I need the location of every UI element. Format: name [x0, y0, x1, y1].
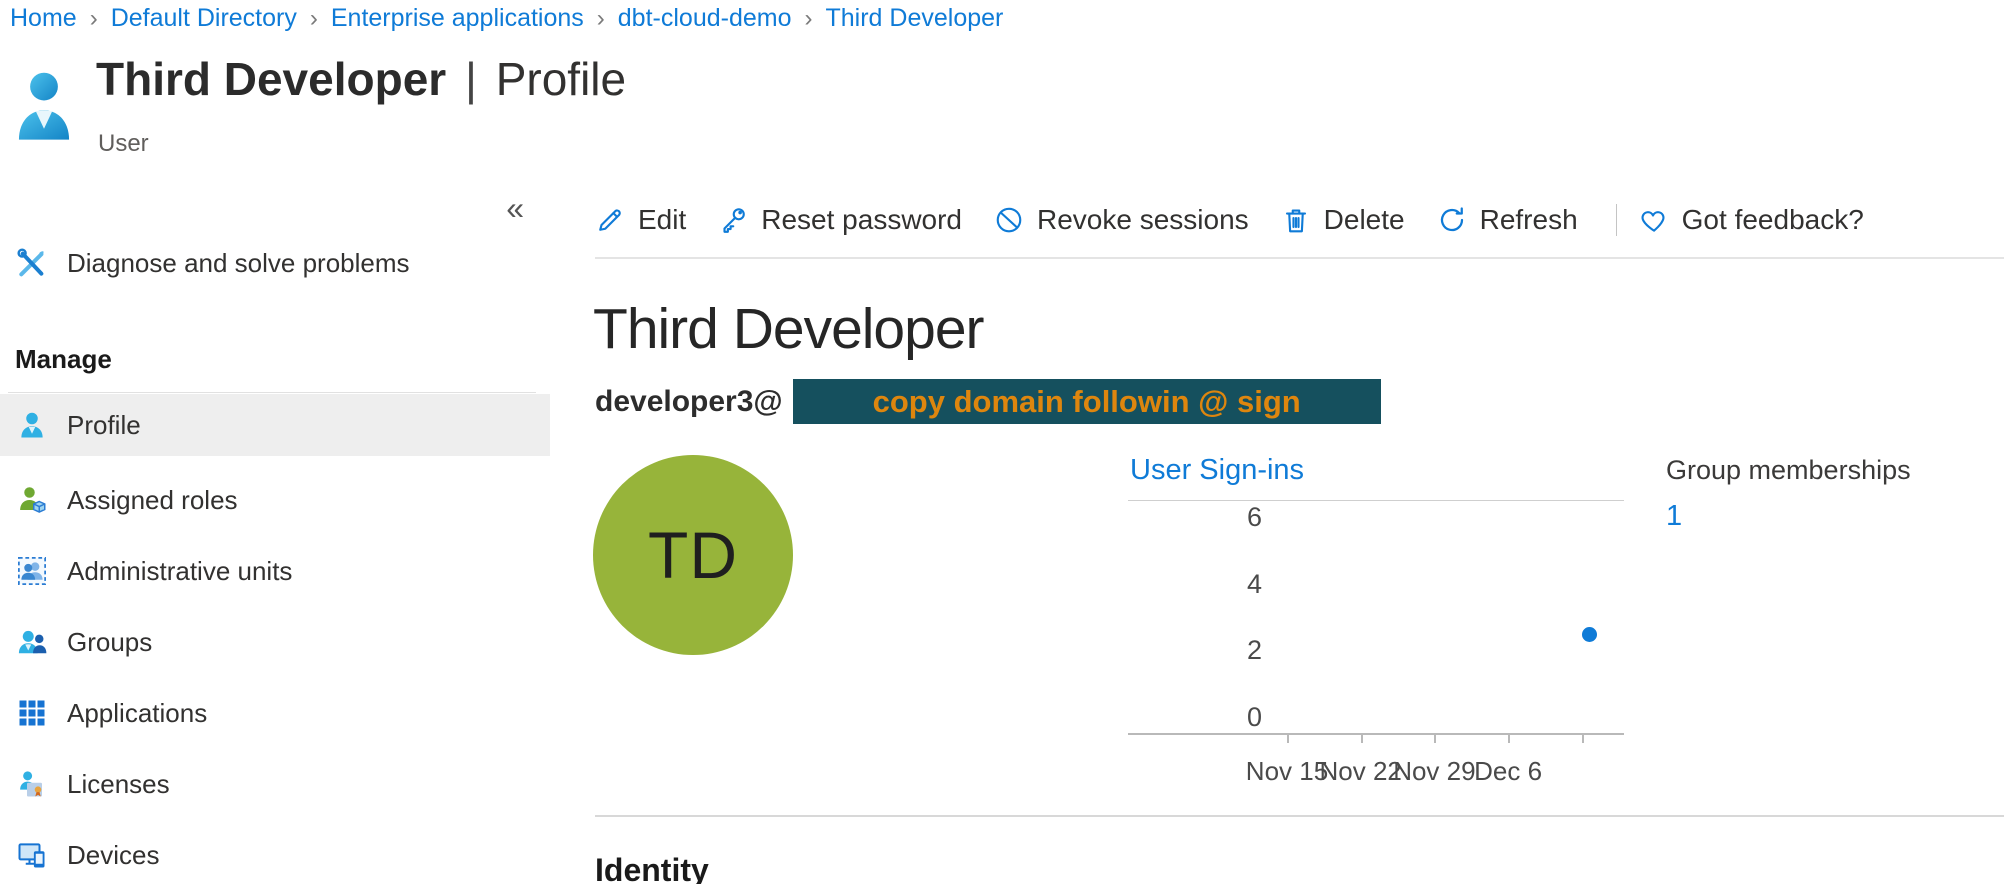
trash-icon [1281, 205, 1311, 235]
x-axis-tick [1582, 734, 1584, 743]
profile-person-icon [15, 408, 49, 442]
sidebar-item-groups[interactable]: Groups [0, 611, 550, 673]
got-feedback-label: Got feedback? [1682, 204, 1864, 236]
pencil-icon [595, 205, 625, 235]
user-display-name: Third Developer [593, 296, 984, 362]
toolbar-divider [1616, 204, 1617, 236]
sidebar-item-label: Groups [67, 627, 152, 658]
page-subtitle: User [98, 130, 149, 158]
x-axis-tick [1434, 734, 1436, 743]
assigned-roles-icon [15, 483, 49, 517]
licenses-icon [15, 767, 49, 801]
revoke-sessions-label: Revoke sessions [1037, 204, 1249, 236]
breadcrumb-separator: › [90, 5, 98, 33]
refresh-button[interactable]: Refresh [1437, 204, 1578, 236]
breadcrumb-separator: › [310, 5, 318, 33]
user-principal-name: developer3@ copy domain followin @ sign [595, 379, 1381, 424]
sidebar-item-label: Assigned roles [67, 485, 238, 516]
block-icon [994, 205, 1024, 235]
reset-password-label: Reset password [761, 204, 962, 236]
heart-icon [1639, 205, 1669, 235]
sidebar-item-licenses[interactable]: Licenses [0, 753, 550, 815]
user-icon [12, 68, 76, 142]
edit-label: Edit [638, 204, 686, 236]
edit-button[interactable]: Edit [595, 204, 686, 236]
sidebar-item-assigned-roles[interactable]: Assigned roles [0, 469, 550, 531]
breadcrumb-dbt-cloud-demo[interactable]: dbt-cloud-demo [618, 4, 792, 33]
breadcrumb-enterprise-applications[interactable]: Enterprise applications [331, 4, 584, 33]
sidebar-item-devices[interactable]: Devices [0, 824, 550, 884]
breadcrumb-separator: › [805, 5, 813, 33]
sidebar-divider [8, 392, 536, 393]
revoke-sessions-button[interactable]: Revoke sessions [994, 204, 1249, 236]
breadcrumb-separator: › [597, 5, 605, 33]
page-title-section: Profile [496, 53, 626, 105]
breadcrumb-home[interactable]: Home [10, 4, 77, 33]
page-title-separator: | [459, 53, 483, 105]
y-axis-tick-label: 6 [1128, 502, 1262, 533]
x-axis-tick [1287, 734, 1289, 743]
reset-password-button[interactable]: Reset password [718, 204, 962, 236]
toolbar-underline [595, 257, 2004, 259]
domain-redaction-annotation: copy domain followin @ sign [793, 379, 1381, 424]
group-memberships-count-link[interactable]: 1 [1666, 500, 1911, 533]
x-axis-line [1128, 733, 1624, 735]
signin-data-point [1582, 627, 1597, 642]
section-divider [595, 815, 2004, 817]
identity-section-heading: Identity [595, 852, 709, 884]
upn-prefix: developer3@ [595, 385, 783, 419]
breadcrumb-default-directory[interactable]: Default Directory [111, 4, 297, 33]
delete-button[interactable]: Delete [1281, 204, 1405, 236]
y-axis-tick-label: 4 [1128, 569, 1262, 600]
devices-icon [15, 838, 49, 872]
chart-title-underline [1128, 500, 1624, 501]
refresh-icon [1437, 205, 1467, 235]
signins-chart: User Sign-ins 6420Nov 15Nov 22Nov 29Dec … [1128, 452, 1624, 812]
redaction-note-text: copy domain followin @ sign [873, 384, 1301, 420]
got-feedback-button[interactable]: Got feedback? [1639, 204, 1864, 236]
command-bar: Edit Reset password Revoke sessions [595, 196, 2004, 244]
sidebar-item-diagnose[interactable]: Diagnose and solve problems [0, 232, 550, 294]
sidebar-item-administrative-units[interactable]: Administrative units [0, 540, 550, 602]
avatar: TD [593, 455, 793, 655]
y-axis-tick-label: 2 [1128, 635, 1262, 666]
page-title: Third Developer | Profile [96, 52, 626, 106]
x-axis-tick [1508, 734, 1510, 743]
diagnose-tools-icon [15, 246, 49, 280]
group-memberships: Group memberships 1 [1666, 455, 1911, 533]
sidebar-item-label: Diagnose and solve problems [67, 248, 410, 279]
azure-user-profile-page: Home › Default Directory › Enterprise ap… [0, 0, 2004, 884]
sidebar: « Diagnose and solve problems Manage [0, 186, 550, 884]
administrative-units-icon [15, 554, 49, 588]
sidebar-item-label: Profile [67, 410, 141, 441]
x-axis-tick [1361, 734, 1363, 743]
delete-label: Delete [1324, 204, 1405, 236]
groups-icon [15, 625, 49, 659]
sidebar-item-label: Applications [67, 698, 207, 729]
sidebar-item-applications[interactable]: Applications [0, 682, 550, 744]
sidebar-item-profile[interactable]: Profile [0, 394, 550, 456]
collapse-sidebar-icon[interactable]: « [506, 190, 524, 227]
sidebar-item-label: Devices [67, 840, 159, 871]
x-axis-tick-label: Dec 6 [1448, 756, 1568, 787]
page-title-name: Third Developer [96, 53, 446, 105]
refresh-label: Refresh [1480, 204, 1578, 236]
key-icon [718, 205, 748, 235]
group-memberships-label: Group memberships [1666, 455, 1911, 486]
sidebar-item-label: Administrative units [67, 556, 292, 587]
signins-chart-title-link[interactable]: User Sign-ins [1130, 454, 1304, 487]
avatar-initials: TD [648, 517, 738, 593]
sidebar-item-label: Licenses [67, 769, 170, 800]
applications-grid-icon [15, 696, 49, 730]
sidebar-section-manage: Manage [15, 344, 112, 375]
y-axis-tick-label: 0 [1128, 702, 1262, 733]
breadcrumb: Home › Default Directory › Enterprise ap… [10, 4, 1003, 33]
breadcrumb-third-developer[interactable]: Third Developer [826, 4, 1004, 33]
